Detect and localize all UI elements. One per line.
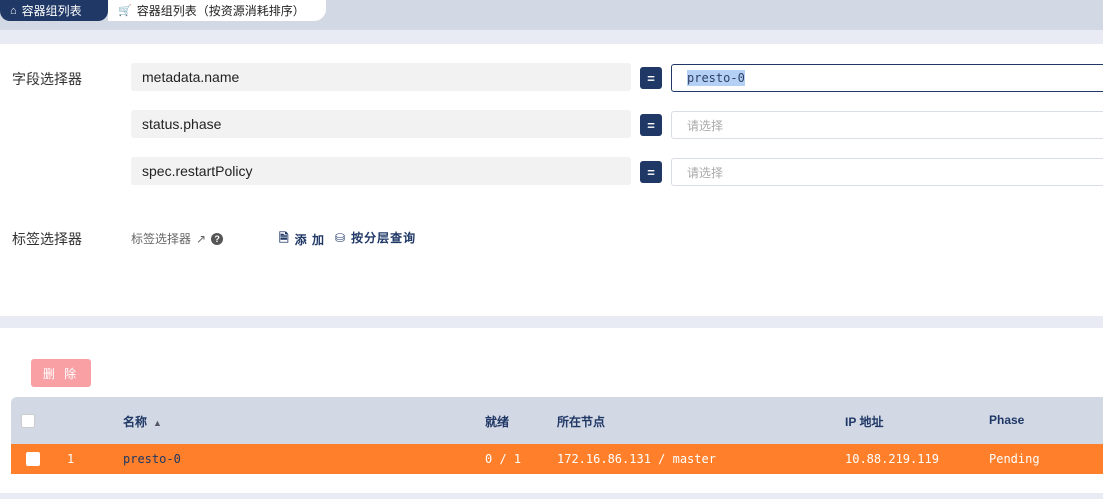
metadata-name-input[interactable]: presto-0 <box>671 64 1103 92</box>
field-key-restart-policy: spec.restartPolicy <box>131 157 631 185</box>
help-icon[interactable]: ? <box>211 232 224 245</box>
col-ip: IP 地址 <box>845 415 884 429</box>
label-selector-hint: 标签选择器 ↗ ? <box>131 230 224 247</box>
tab-pod-list-by-resource[interactable]: 🛒 容器组列表（按资源消耗排序） <box>108 0 326 21</box>
layer-query-text: 按分层查询 <box>351 231 417 245</box>
field-key-status-phase: status.phase <box>131 110 631 138</box>
col-node: 所在节点 <box>557 415 606 429</box>
cart-icon: 🛒 <box>118 5 132 17</box>
field-key-metadata-name: metadata.name <box>131 63 631 91</box>
database-icon: ⛁ <box>335 230 347 245</box>
operator-button[interactable]: = <box>640 161 662 183</box>
col-name-label: 名称 <box>123 415 148 429</box>
restart-policy-select[interactable]: 请选择 <box>671 158 1103 186</box>
tab-pod-list[interactable]: ⌂ 容器组列表 <box>0 0 108 21</box>
layer-query-button[interactable]: ⛁ 按分层查询 <box>335 229 416 246</box>
label-selector-sub: 标签选择器 <box>131 232 192 246</box>
add-label-text: 添 加 <box>294 233 325 247</box>
field-selector-label: 字段选择器 <box>12 71 82 87</box>
delete-button[interactable]: 删 除 <box>31 359 91 387</box>
file-add-icon: 🗎 <box>279 231 290 245</box>
pod-name-link[interactable]: presto-0 <box>123 452 181 466</box>
add-label-button[interactable]: 🗎 添 加 <box>279 229 325 250</box>
input-value: presto-0 <box>687 70 745 86</box>
col-phase: Phase <box>989 413 1025 427</box>
table-row[interactable]: 1 presto-0 0 / 1 172.16.86.131 / master … <box>11 444 1103 474</box>
status-phase-select[interactable]: 请选择 <box>671 111 1103 139</box>
label-selector-label: 标签选择器 <box>12 231 82 247</box>
select-all-checkbox[interactable] <box>21 414 35 428</box>
col-name[interactable]: 名称 ▲ <box>123 413 162 430</box>
operator-button[interactable]: = <box>640 114 662 136</box>
sort-icon[interactable]: ▲ <box>153 418 162 428</box>
tabs-bar: ⌂ 容器组列表 🛒 容器组列表（按资源消耗排序） <box>0 0 1103 30</box>
tab-label: 容器组列表 <box>21 4 82 18</box>
row-checkbox[interactable] <box>26 452 40 466</box>
col-ready: 就绪 <box>485 415 510 429</box>
operator-button[interactable]: = <box>640 67 662 89</box>
row-index: 1 <box>67 452 75 466</box>
external-link-icon[interactable]: ↗ <box>196 232 206 246</box>
phase-status: Pending <box>989 452 1040 466</box>
ready-count: 0 / 1 <box>485 452 522 466</box>
tab-label: 容器组列表（按资源消耗排序） <box>136 4 305 18</box>
table-header: 名称 ▲ 就绪 所在节点 IP 地址 Phase <box>11 397 1103 444</box>
ip-address: 10.88.219.119 <box>845 452 939 466</box>
home-icon: ⌂ <box>10 4 17 17</box>
node-name: 172.16.86.131 / master <box>557 452 716 466</box>
